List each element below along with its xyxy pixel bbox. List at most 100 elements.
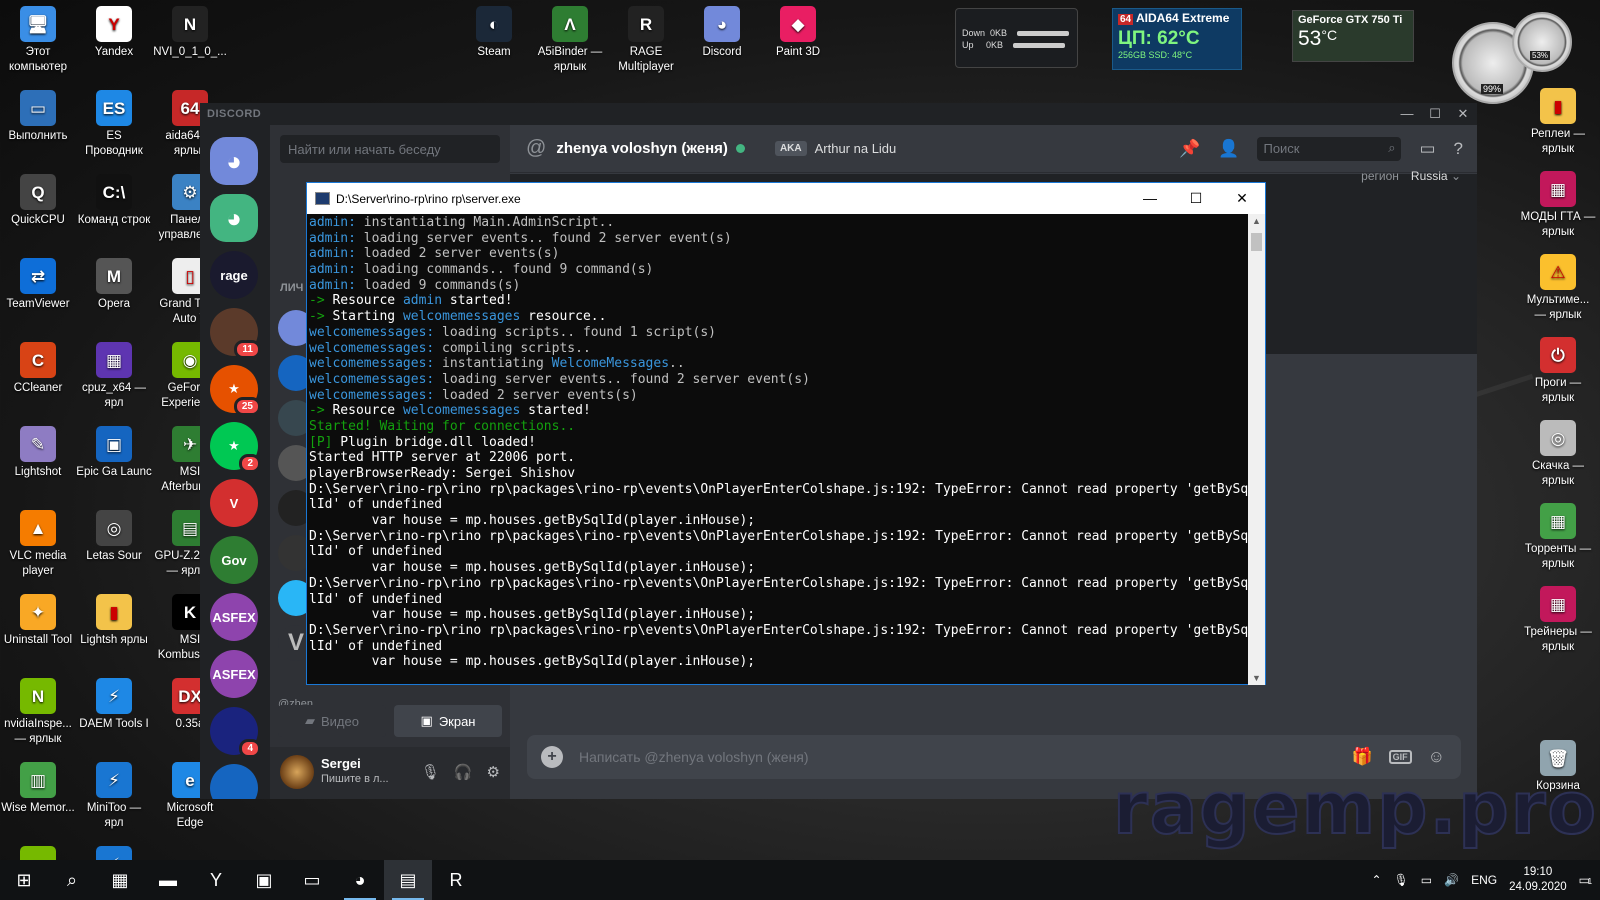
yandex-button[interactable]: Y [192, 860, 240, 900]
desktop-icon[interactable]: 🖥 Этот компьютер [0, 6, 76, 75]
desktop-icon[interactable]: C CCleaner [0, 342, 76, 396]
pin-icon[interactable]: 📌 [1179, 139, 1200, 159]
help-icon[interactable]: ? [1454, 139, 1463, 159]
server-icon-server-2[interactable]: ◕ [210, 194, 258, 242]
video-button[interactable]: ▰ Видео [278, 705, 386, 737]
console-minimize-button[interactable]: — [1127, 183, 1173, 214]
desktop-icon[interactable]: ⚠ Мультиме... — ярлык [1520, 254, 1596, 323]
desktop-icon[interactable]: ◎ Letas Sour [76, 510, 152, 564]
desktop-icon[interactable]: ⇄ TeamViewer [0, 258, 76, 312]
desktop-icon[interactable]: ▥ Wise Memor... [0, 762, 76, 816]
desktop-icon[interactable]: ✦ Uninstall Tool [0, 594, 76, 648]
console-close-button[interactable]: ✕ [1219, 183, 1265, 214]
taskbar-items: ⊞ ⌕ ▦ ▬ Y ▣ ▭ ◕ ▤ R [0, 860, 480, 900]
store-button[interactable]: ▦ [96, 860, 144, 900]
monitor-button[interactable]: ▭ [288, 860, 336, 900]
online-status-dot [735, 144, 745, 153]
console-output[interactable]: admin: instantiating Main.AdminScript.. a… [307, 214, 1249, 685]
tray-network-icon[interactable]: ▭ [1421, 873, 1432, 887]
discord-maximize-button[interactable]: ☐ [1421, 103, 1449, 125]
desktop-icon[interactable]: ▭ Выполнить [0, 90, 76, 144]
screen-share-button[interactable]: ▣ Экран [394, 705, 502, 737]
tray-volume-icon[interactable]: 🔊 [1444, 873, 1459, 887]
console-line-text: D:\Server\rino-rp\rino rp\packages\rino-… [309, 528, 1249, 544]
server-icon-server-10[interactable]: ASFEX [210, 650, 258, 698]
header-search-input[interactable]: Поиск ⌕ [1257, 137, 1402, 161]
server-icon-server-8[interactable]: Gov [210, 536, 258, 584]
desktop-icon[interactable]: NnvidiaInspe... — ярлык [0, 678, 76, 747]
console-maximize-button[interactable]: ☐ [1173, 183, 1219, 214]
desktop-icon[interactable]: ▣ Epic Ga Launc [76, 426, 152, 480]
desktop-icon[interactable]: N NVI_0_1_0_... [152, 6, 228, 60]
scroll-up-arrow[interactable]: ▲ [1248, 216, 1265, 226]
server-icon-home[interactable]: ◕ [210, 137, 258, 185]
discord-close-button[interactable]: ✕ [1449, 103, 1477, 125]
start-button[interactable]: ⊞ [0, 860, 48, 900]
attach-plus-icon[interactable]: + [541, 746, 563, 768]
discord-taskbar-button[interactable]: ◕ [336, 860, 384, 900]
discord-minimize-button[interactable]: — [1393, 103, 1421, 125]
desktop-icon[interactable]: C:\ Команд строк [76, 174, 152, 228]
gift-icon[interactable]: 🎁 [1351, 747, 1372, 767]
desktop-icon[interactable]: ▮ Реплеи — ярлык [1520, 88, 1596, 157]
server-icon-server-12[interactable] [210, 764, 258, 799]
server-icon-server-11[interactable]: 4 [210, 707, 261, 758]
console-line: lId' of undefined [309, 592, 1247, 608]
folder-icon: ▮ [96, 594, 132, 630]
dm-search-input[interactable]: Найти или начать беседу [280, 135, 500, 163]
tray-chevron-icon[interactable]: ⌃ [1371, 873, 1381, 887]
console-line: D:\Server\rino-rp\rino rp\packages\rino-… [309, 528, 1249, 545]
desktop-icon[interactable]: ▦ Трейнеры — ярлык [1520, 586, 1596, 655]
clock[interactable]: 19:10 24.09.2020 [1509, 865, 1567, 895]
desktop-icon[interactable]: Λ A5iBinder — ярлык [532, 6, 608, 75]
console-line-text: loading scripts.. found 1 script(s) [434, 324, 716, 340]
desktop-icon[interactable]: M Opera [76, 258, 152, 312]
scroll-thumb[interactable] [1251, 233, 1262, 251]
desktop-icon[interactable]: ⚡ MiniToo — ярл [76, 762, 152, 831]
server-icon-server-7[interactable]: V [210, 479, 258, 527]
desktop-icon-label: Steam [477, 46, 511, 58]
tray-mic-icon[interactable]: 🎙 [1394, 873, 1409, 887]
desktop-icon[interactable]: ▲ VLC media player [0, 510, 76, 579]
inbox-icon[interactable]: ▭ [1419, 139, 1435, 159]
emoji-icon[interactable]: ☺ [1428, 747, 1445, 767]
region-selector[interactable]: регион Russia ⌄ [1361, 169, 1461, 183]
notification-icon[interactable]: ▭ 1 [1579, 873, 1592, 887]
explorer-button[interactable]: ▬ [144, 860, 192, 900]
desktop-icon[interactable]: Q QuickCPU [0, 174, 76, 228]
desktop-icon[interactable]: ▦ Торренты — ярлык [1520, 503, 1596, 572]
desktop-icon[interactable]: ✎ Lightshot [0, 426, 76, 480]
desktop-icon[interactable]: R RAGE Multiplayer [608, 6, 684, 75]
desktop-icon[interactable]: ▦ cpuz_x64 — ярл [76, 342, 152, 411]
microphone-icon[interactable]: 🎙 [421, 763, 440, 781]
desktop-icon[interactable]: ⏻ Проги — ярлык [1520, 337, 1596, 406]
server-icon-server-6[interactable]: ★ 2 [210, 422, 261, 473]
settings-gear-icon[interactable]: ⚙ [487, 763, 500, 781]
cmd-icon: C:\ [96, 174, 132, 210]
server-icon-server-5[interactable]: ★ 25 [210, 365, 261, 416]
user-avatar[interactable] [280, 755, 314, 789]
desktop-icon[interactable]: ES ES Проводник [76, 90, 152, 159]
server-exe-taskbar-button[interactable]: ▤ [384, 860, 432, 900]
console-scrollbar[interactable]: ▲ ▼ [1248, 214, 1265, 685]
headphones-icon[interactable]: 🎧 [454, 763, 473, 781]
desktop-icon[interactable]: ◎ Скачка — ярлык [1520, 420, 1596, 489]
server-icon-server-4[interactable]: 11 [210, 308, 261, 359]
desktop-icon[interactable]: ◐ Steam [456, 6, 532, 60]
desktop-icon[interactable]: ▮ Lightsh ярлы [76, 594, 152, 648]
server-icon-redage[interactable]: rage [210, 251, 258, 299]
app-button[interactable]: ▣ [240, 860, 288, 900]
add-friend-icon[interactable]: 👤 [1218, 139, 1239, 159]
server-icon-server-9[interactable]: ASFEX [210, 593, 258, 641]
desktop-icon[interactable]: ◕ Discord [684, 6, 760, 60]
wise-memory-icon: ▥ [20, 762, 56, 798]
search-button[interactable]: ⌕ [48, 860, 96, 900]
gif-button[interactable]: GIF [1388, 750, 1412, 764]
desktop-icon[interactable]: ◆ Paint 3D [760, 6, 836, 60]
scroll-down-arrow[interactable]: ▼ [1248, 673, 1265, 683]
desktop-icon[interactable]: ▦ МОДЫ ГТА — ярлык [1520, 171, 1596, 240]
rage-taskbar-button[interactable]: R [432, 860, 480, 900]
desktop-icon[interactable]: ⚡ DAEM Tools I [76, 678, 152, 732]
language-indicator[interactable]: ENG [1471, 873, 1497, 887]
desktop-icon[interactable]: Y Yandex [76, 6, 152, 60]
